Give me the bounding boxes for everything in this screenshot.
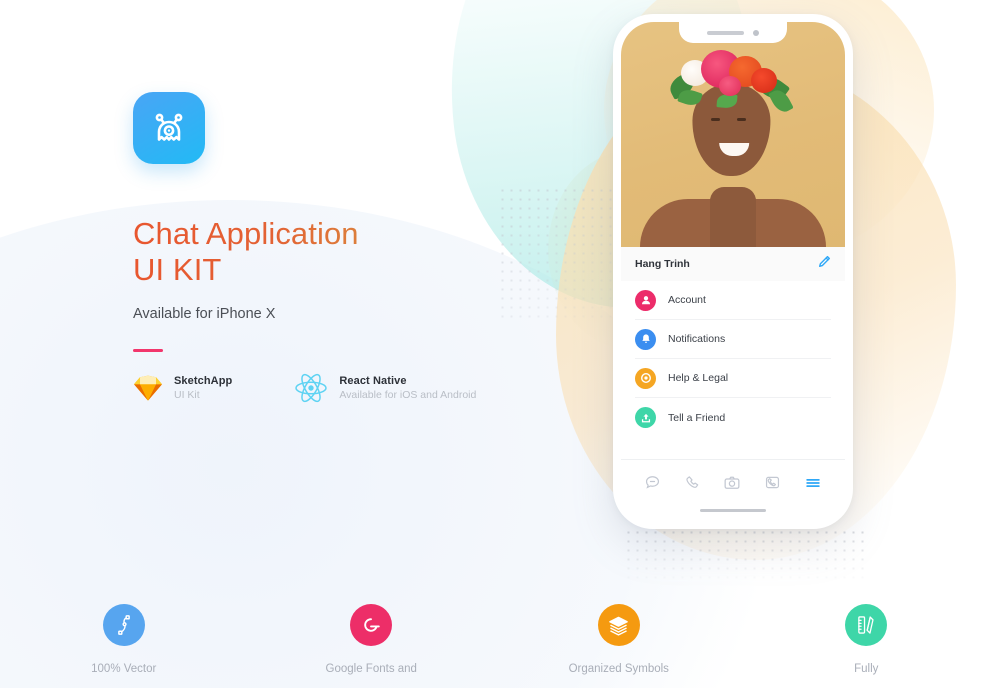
react-atom-icon — [295, 373, 328, 403]
list-item-label: Tell a Friend — [668, 411, 726, 424]
settings-menu-list: Account Notifications Help & Legal Tell … — [621, 281, 845, 437]
badge-react-native-text: React Native Available for iOS and Andro… — [339, 375, 476, 402]
monster-glyph — [155, 113, 183, 141]
list-item[interactable]: Help & Legal — [635, 359, 831, 398]
chat-bubble-icon[interactable] — [644, 474, 661, 496]
google-g-icon — [350, 604, 393, 646]
monster-app-icon — [133, 92, 205, 164]
phone-notch — [679, 22, 787, 43]
front-camera-dot — [753, 29, 759, 36]
divider-rule — [133, 349, 163, 352]
bell-icon — [635, 328, 656, 350]
vector-bezier-icon — [102, 604, 145, 646]
list-item-label: Account — [668, 294, 706, 306]
share-up-icon — [635, 407, 656, 428]
badge-subtitle: Available for iOS and Android — [339, 388, 477, 401]
list-item-label: Help & Legal — [668, 372, 729, 384]
pencil-edit-icon[interactable] — [818, 255, 831, 273]
page-root: Chat Application UI KIT Available for iP… — [0, 0, 990, 688]
list-item[interactable]: Notifications — [635, 320, 831, 359]
flower-crown — [666, 46, 799, 118]
hero-section: Chat Application UI KIT Available for iP… — [133, 92, 563, 403]
hero-subtitle: Available for iPhone X — [133, 306, 276, 322]
camera-icon[interactable] — [723, 474, 741, 497]
feature-label: Fully — [854, 663, 879, 675]
platform-badges: SketchApp UI Kit React Native Available … — [133, 373, 563, 403]
sketch-diamond-icon — [134, 375, 162, 401]
feature-label: Organized Symbols — [568, 663, 669, 675]
phone-icon[interactable] — [684, 474, 701, 496]
feature-item-vector: 100% Vector — [0, 604, 248, 675]
target-icon — [635, 367, 656, 389]
badge-title: SketchApp — [174, 374, 233, 387]
phone-mockup: Hang Trinh Account Notifications Help & … — [613, 14, 853, 529]
home-indicator — [700, 509, 766, 512]
badge-sketchapp-text: SketchApp UI Kit — [174, 375, 232, 402]
feature-item-google-fonts: Google Fonts and — [248, 604, 496, 675]
feature-label: 100% Vector — [91, 663, 157, 675]
feature-strip: 100% Vector Google Fonts and Organized S… — [0, 604, 990, 675]
profile-name-bar: Hang Trinh — [621, 247, 845, 281]
list-item-label: Notifications — [668, 333, 726, 345]
badge-react-native[interactable]: React Native Available for iOS and Andro… — [294, 373, 476, 403]
profile-photo — [621, 22, 845, 247]
dot-pattern-under-phone — [624, 528, 864, 590]
person-icon — [635, 289, 656, 311]
menu-hamburger-icon[interactable] — [804, 474, 822, 497]
feature-item-symbols: Organized Symbols — [495, 604, 743, 675]
page-title: Chat Application UI KIT — [133, 216, 563, 288]
phone-screen: Hang Trinh Account Notifications Help & … — [621, 22, 845, 521]
list-item[interactable]: Tell a Friend — [635, 398, 831, 437]
video-call-icon[interactable] — [764, 474, 781, 496]
badge-subtitle: UI Kit — [174, 388, 200, 401]
list-item[interactable]: Account — [635, 281, 831, 320]
layers-stack-icon — [597, 604, 640, 646]
profile-name: Hang Trinh — [635, 258, 690, 270]
feature-item-fully: Fully — [743, 604, 990, 675]
feature-label: Google Fonts and — [325, 663, 417, 675]
ruler-pencil-icon — [845, 604, 888, 646]
badge-sketchapp[interactable]: SketchApp UI Kit — [133, 374, 232, 402]
badge-title: React Native — [339, 374, 407, 387]
speaker-grill — [707, 30, 744, 35]
